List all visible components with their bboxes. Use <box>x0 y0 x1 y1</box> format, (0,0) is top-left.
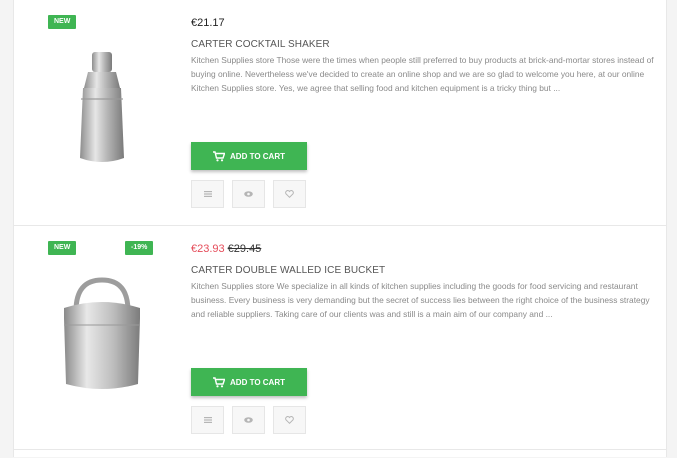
eye-icon <box>244 417 253 423</box>
product-image-cocktail-shaker[interactable] <box>42 40 162 180</box>
compare-button[interactable] <box>191 180 224 208</box>
cart-icon <box>213 150 226 161</box>
wishlist-button[interactable] <box>273 406 306 434</box>
add-to-cart-label: ADD TO CART <box>230 151 285 161</box>
compare-icon <box>203 417 212 423</box>
product-info: €23.93 €29.45 CARTER DOUBLE WALLED ICE BU… <box>191 242 655 434</box>
new-badge: NEW <box>48 15 77 29</box>
heart-icon <box>285 190 294 198</box>
product-description: Kitchen Supplies store Those were the ti… <box>191 55 654 93</box>
cart-icon <box>213 376 226 387</box>
add-to-cart-button[interactable]: ADD TO CART <box>191 142 307 170</box>
product-item: NEW -19% €23.93 €29.45 CARTER DOUBLE WALL… <box>14 225 666 448</box>
new-badge: NEW <box>48 241 77 255</box>
product-title[interactable]: CARTER DOUBLE WALLED ICE BUCKET <box>191 265 655 277</box>
heart-icon <box>285 416 294 424</box>
product-actions <box>191 180 306 208</box>
add-to-cart-label: ADD TO CART <box>230 377 285 387</box>
product-list: NEW €21.17 CARTER COCKTAIL SHAKER Kitche… <box>13 0 667 457</box>
product-title[interactable]: CARTER COCKTAIL SHAKER <box>191 39 655 51</box>
price-old: €29.45 <box>227 243 262 255</box>
wishlist-button[interactable] <box>273 180 306 208</box>
quick-view-button[interactable] <box>232 406 265 434</box>
product-description: Kitchen Supplies store We specialize in … <box>191 281 650 319</box>
compare-icon <box>203 191 212 197</box>
product-actions <box>191 406 306 434</box>
product-price: €23.93 €29.45 <box>191 242 655 256</box>
eye-icon <box>244 191 253 197</box>
compare-button[interactable] <box>191 406 224 434</box>
product-image-ice-bucket[interactable] <box>42 266 162 406</box>
product-info: €21.17 CARTER COCKTAIL SHAKER Kitchen Su… <box>191 16 655 208</box>
price-current: €23.93 <box>191 243 225 255</box>
add-to-cart-button[interactable]: ADD TO CART <box>191 368 307 396</box>
discount-badge: -19% <box>125 241 154 255</box>
price-current: €21.17 <box>191 17 225 29</box>
product-item: NEW €21.17 CARTER COCKTAIL SHAKER Kitche… <box>14 0 666 222</box>
quick-view-button[interactable] <box>232 180 265 208</box>
product-price: €21.17 <box>191 16 655 30</box>
